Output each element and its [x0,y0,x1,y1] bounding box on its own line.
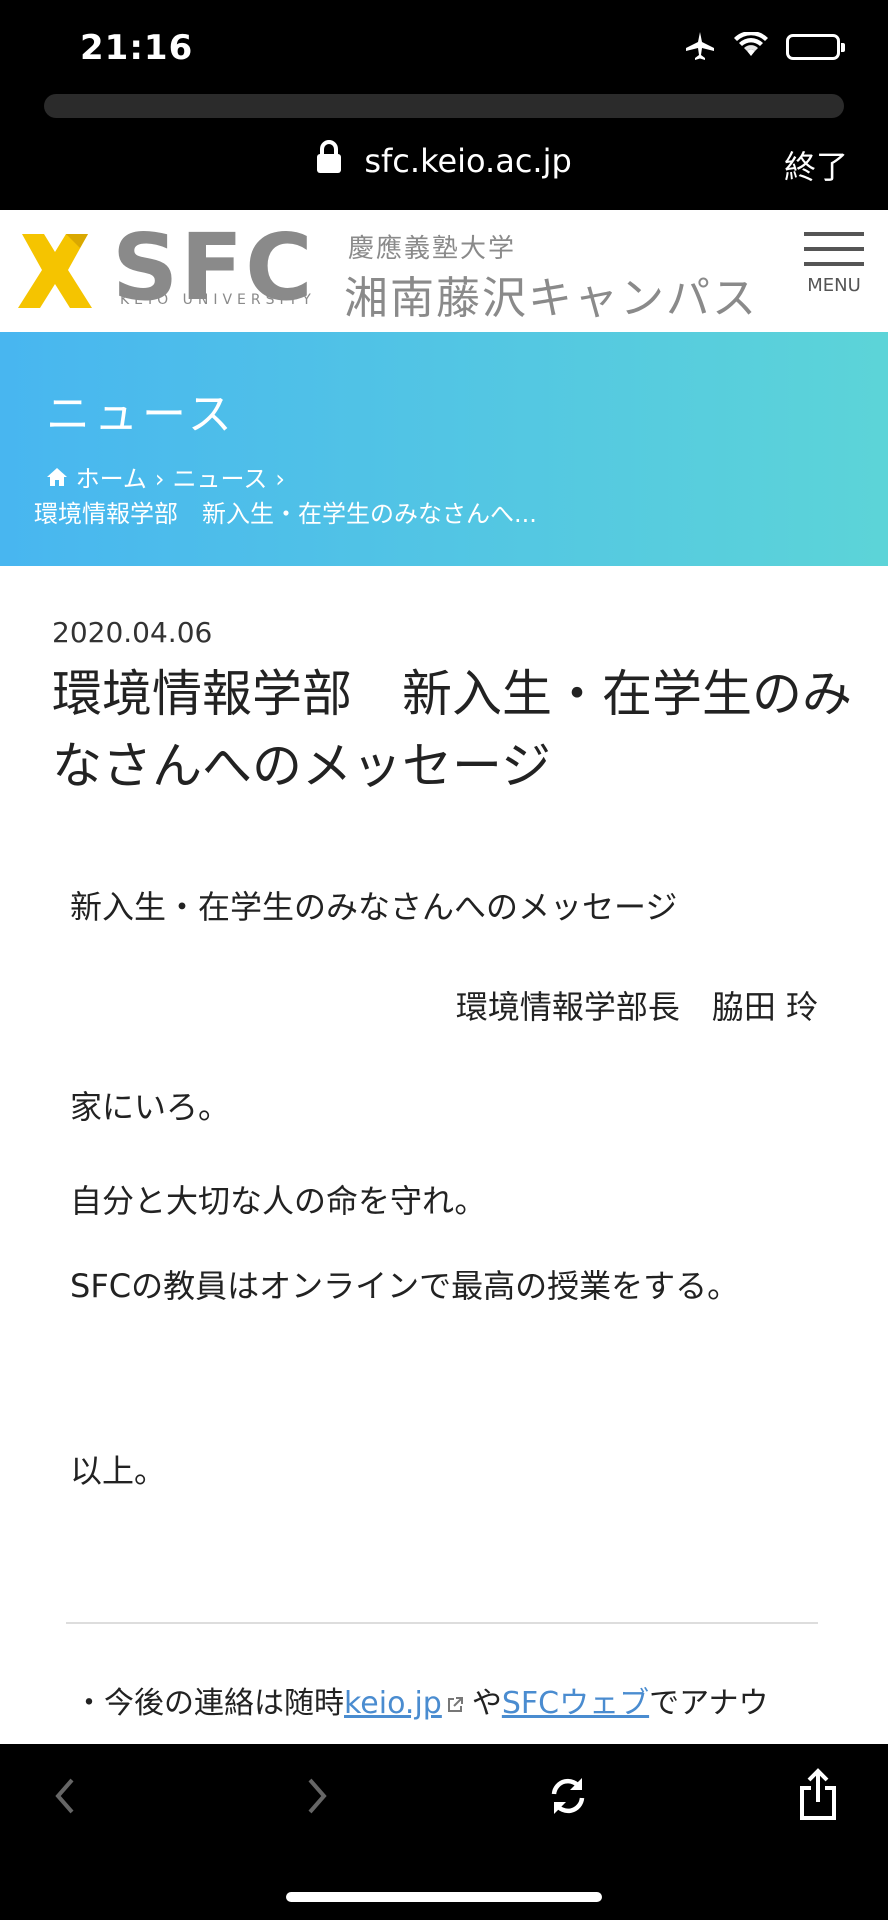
url-text: sfc.keio.ac.jp [364,142,572,180]
battery-icon [786,34,845,60]
chevron-right-icon [308,1778,327,1814]
status-time: 21:16 [80,28,194,68]
home-indicator [286,1892,602,1902]
loading-bar [44,94,844,118]
note-middle: や [471,1686,502,1721]
lock-icon [316,140,342,182]
page-title: ニュース [46,389,236,440]
hamburger-icon [804,232,864,266]
paragraph: SFCの教員はオンラインで最高の授業をする。 [70,1267,740,1305]
paragraph: 以上。 [70,1452,167,1490]
note-prefix: ・今後の連絡は随時 [74,1686,344,1721]
reload-button[interactable] [544,1772,592,1824]
article: 2020.04.06 環境情報学部 新入生・在学生のみなさんへのメッセージ 新入… [0,566,888,1744]
status-icons [684,30,845,64]
share-button[interactable] [796,1768,840,1826]
divider [66,1622,818,1624]
address-bar[interactable]: sfc.keio.ac.jp [0,140,888,182]
contact-note: ・今後の連絡は随時keio.jp やSFCウェブでアナウ [74,1678,769,1722]
breadcrumb-current: 環境情報学部 新入生・在学生のみなさんへ... [34,500,537,528]
sfc-web-link[interactable]: SFCウェブ [502,1686,649,1721]
browser-top-bar: sfc.keio.ac.jp 終了 [0,90,888,210]
paragraph: 家にいろ。 [70,1088,231,1126]
back-button[interactable] [50,1774,80,1822]
logo-subtext: KEIO UNIVERSITY [120,292,316,308]
breadcrumb-home[interactable]: ホーム [76,465,147,493]
share-icon [800,1768,836,1820]
airplane-icon [684,30,716,64]
post-date: 2020.04.06 [52,616,213,649]
campus-title: 湘南藤沢キャンパス [344,273,758,324]
chevron-right-icon: › [275,465,285,493]
page-hero: ニュース ホーム › ニュース › 環境情報学部 新入生・在学生のみなさんへ... [0,332,888,566]
reload-icon [551,1778,585,1814]
message-heading: 新入生・在学生のみなさんへのメッセージ [70,888,678,926]
breadcrumb: ホーム › ニュース › [46,464,293,494]
post-title: 環境情報学部 新入生・在学生のみなさんへのメッセージ [52,665,852,795]
message-author: 環境情報学部長 脇田 玲 [455,988,818,1026]
forward-button[interactable] [302,1774,332,1822]
paragraph: 自分と大切な人の命を守れ。 [70,1182,487,1220]
menu-label: MENU [807,275,861,296]
menu-button[interactable]: MENU [804,232,864,296]
campus-subtitle: 慶應義塾大学 [348,234,517,264]
breadcrumb-news[interactable]: ニュース [173,465,268,493]
note-suffix: でアナウ [649,1686,769,1721]
home-icon [46,465,76,493]
done-button[interactable]: 終了 [784,142,848,188]
wifi-icon [734,30,768,62]
status-bar: 21:16 [0,0,888,90]
browser-toolbar [0,1744,888,1920]
external-link-icon [446,1687,464,1722]
sfc-logo-icon[interactable] [14,230,96,316]
chevron-left-icon [55,1778,74,1814]
site-header: SFC KEIO UNIVERSITY 慶應義塾大学 湘南藤沢キャンパス MEN… [0,210,888,332]
keio-jp-link[interactable]: keio.jp [344,1686,442,1721]
chevron-right-icon: › [154,465,165,493]
